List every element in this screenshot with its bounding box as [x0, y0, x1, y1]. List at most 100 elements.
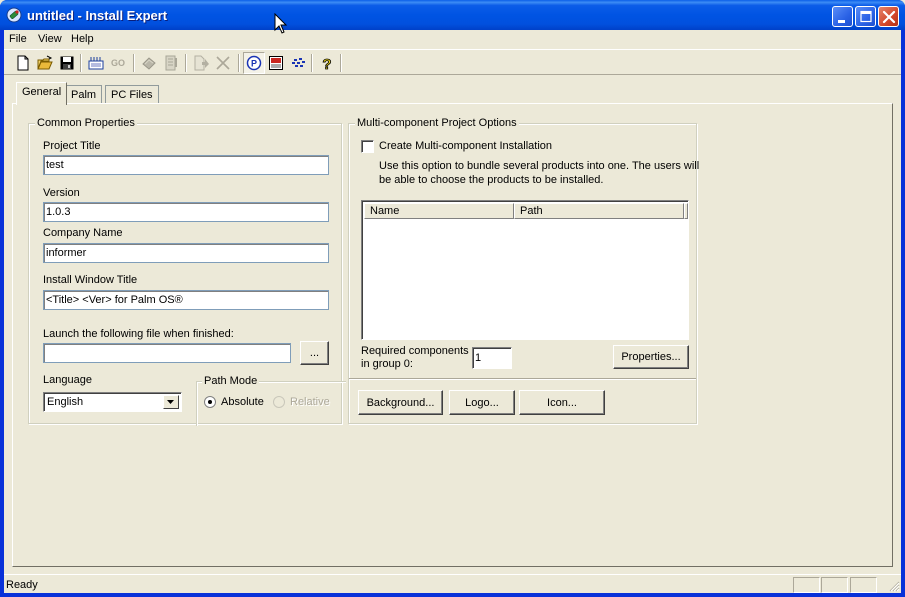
delete-button[interactable] — [212, 52, 234, 74]
status-pane — [821, 577, 848, 593]
toolbar-separator — [80, 54, 82, 72]
package-button[interactable] — [138, 52, 160, 74]
description-line-1: Use this option to bundle several produc… — [379, 160, 700, 172]
delete-icon — [216, 56, 230, 70]
save-button[interactable] — [56, 52, 78, 74]
toolbar-separator — [185, 54, 187, 72]
tab-pc-files[interactable]: PC Files — [105, 85, 159, 105]
blackberry-button[interactable] — [287, 52, 309, 74]
required-label-line-2: in group 0: — [361, 358, 413, 370]
absolute-radio[interactable] — [204, 396, 216, 408]
launch-file-input[interactable] — [43, 343, 291, 363]
svg-text:?: ? — [322, 56, 331, 71]
tab-general-label: General — [22, 86, 62, 98]
go-icon: GO — [110, 58, 125, 68]
column-path-label: Path — [520, 205, 543, 217]
company-name-label: Company Name — [43, 227, 123, 239]
client-area: File View Help GO P ? General Palm PC Fi… — [4, 30, 901, 593]
add-file-button[interactable] — [190, 52, 212, 74]
column-header-path[interactable]: Path — [514, 203, 684, 219]
help-icon: ? — [322, 56, 332, 71]
document-list-button[interactable] — [160, 52, 182, 74]
install-window-title-label: Install Window Title — [43, 274, 138, 286]
project-title-input[interactable] — [43, 155, 329, 175]
tab-pc-files-label: PC Files — [111, 89, 153, 101]
build-button[interactable] — [85, 52, 107, 74]
properties-button[interactable]: Properties... — [613, 345, 689, 369]
tab-palm[interactable]: Palm — [65, 85, 103, 105]
mouse-cursor-icon — [274, 13, 288, 34]
dropdown-button[interactable] — [163, 395, 179, 409]
menu-bar: File View Help — [4, 30, 901, 49]
chevron-down-icon — [167, 399, 174, 404]
path-mode-group: Path Mode Absolute Relative — [196, 375, 346, 426]
language-value: English — [47, 396, 84, 408]
create-multi-component-label[interactable]: Create Multi-component Installation — [379, 140, 552, 152]
close-icon — [882, 10, 896, 24]
palm-button[interactable]: P — [243, 52, 265, 74]
blackberry-icon — [292, 58, 305, 67]
logo-button[interactable]: Logo... — [449, 390, 515, 415]
palm-icon: P — [246, 55, 262, 71]
status-pane — [850, 577, 877, 593]
components-list[interactable]: Name Path — [361, 200, 689, 340]
minimize-button[interactable] — [832, 6, 853, 27]
status-text: Ready — [6, 579, 38, 591]
menu-view[interactable]: View — [38, 33, 62, 45]
status-pane — [793, 577, 820, 593]
build-icon — [88, 57, 104, 70]
browse-button[interactable]: ... — [300, 341, 329, 365]
svg-text:P: P — [251, 59, 257, 69]
multi-component-group: Multi-component Project Options Create M… — [348, 117, 700, 424]
version-input[interactable] — [43, 202, 329, 222]
toolbar-separator — [311, 54, 313, 72]
title-bar[interactable]: untitled - Install Expert — [0, 0, 905, 30]
app-window: untitled - Install Expert File View Help — [0, 0, 905, 597]
required-label-line-1: Required components — [361, 345, 469, 357]
common-properties-group: Common Properties Project Title Version … — [28, 117, 346, 426]
open-button[interactable] — [34, 52, 56, 74]
path-mode-legend: Path Mode — [202, 375, 260, 387]
version-label: Version — [43, 187, 80, 199]
document-list-icon — [165, 55, 177, 71]
toolbar-separator — [238, 54, 240, 72]
status-bar: Ready — [4, 574, 901, 593]
relative-label[interactable]: Relative — [290, 396, 330, 408]
toolbar-separator — [133, 54, 135, 72]
go-button[interactable]: GO — [107, 52, 129, 74]
icon-button[interactable]: Icon... — [519, 390, 605, 415]
close-button[interactable] — [878, 6, 899, 27]
language-select[interactable]: English — [43, 392, 182, 412]
toolbar-separator — [340, 54, 342, 72]
required-components-input[interactable] — [472, 347, 512, 369]
common-properties-legend: Common Properties — [35, 117, 137, 129]
windows-mobile-button[interactable] — [265, 52, 287, 74]
tab-general[interactable]: General — [16, 82, 68, 105]
menu-help[interactable]: Help — [71, 33, 94, 45]
company-name-input[interactable] — [43, 243, 329, 263]
language-label: Language — [43, 374, 92, 386]
project-title-label: Project Title — [43, 140, 101, 152]
description-line-2: be able to choose the products to be ins… — [379, 174, 604, 186]
relative-radio[interactable] — [273, 396, 285, 408]
minimize-icon — [838, 20, 845, 23]
toolbar: GO P ? — [4, 49, 901, 75]
package-icon — [142, 57, 156, 70]
create-multi-component-checkbox[interactable] — [361, 140, 374, 153]
window-title: untitled - Install Expert — [27, 8, 168, 23]
help-button[interactable]: ? — [316, 52, 338, 74]
background-button[interactable]: Background... — [358, 390, 443, 415]
required-components-label: Required components in group 0: — [361, 345, 469, 371]
add-file-icon — [194, 55, 209, 71]
resize-grip-icon[interactable] — [888, 580, 900, 592]
column-header-name[interactable]: Name — [364, 203, 514, 219]
new-button[interactable] — [12, 52, 34, 74]
column-name-label: Name — [370, 205, 400, 217]
install-window-title-input[interactable] — [43, 290, 329, 310]
maximize-button[interactable] — [855, 6, 876, 27]
windows-mobile-icon — [269, 56, 283, 70]
absolute-label[interactable]: Absolute — [221, 396, 264, 408]
open-folder-icon — [37, 55, 53, 70]
launch-file-label: Launch the following file when finished: — [43, 328, 234, 340]
menu-file[interactable]: File — [9, 33, 27, 45]
